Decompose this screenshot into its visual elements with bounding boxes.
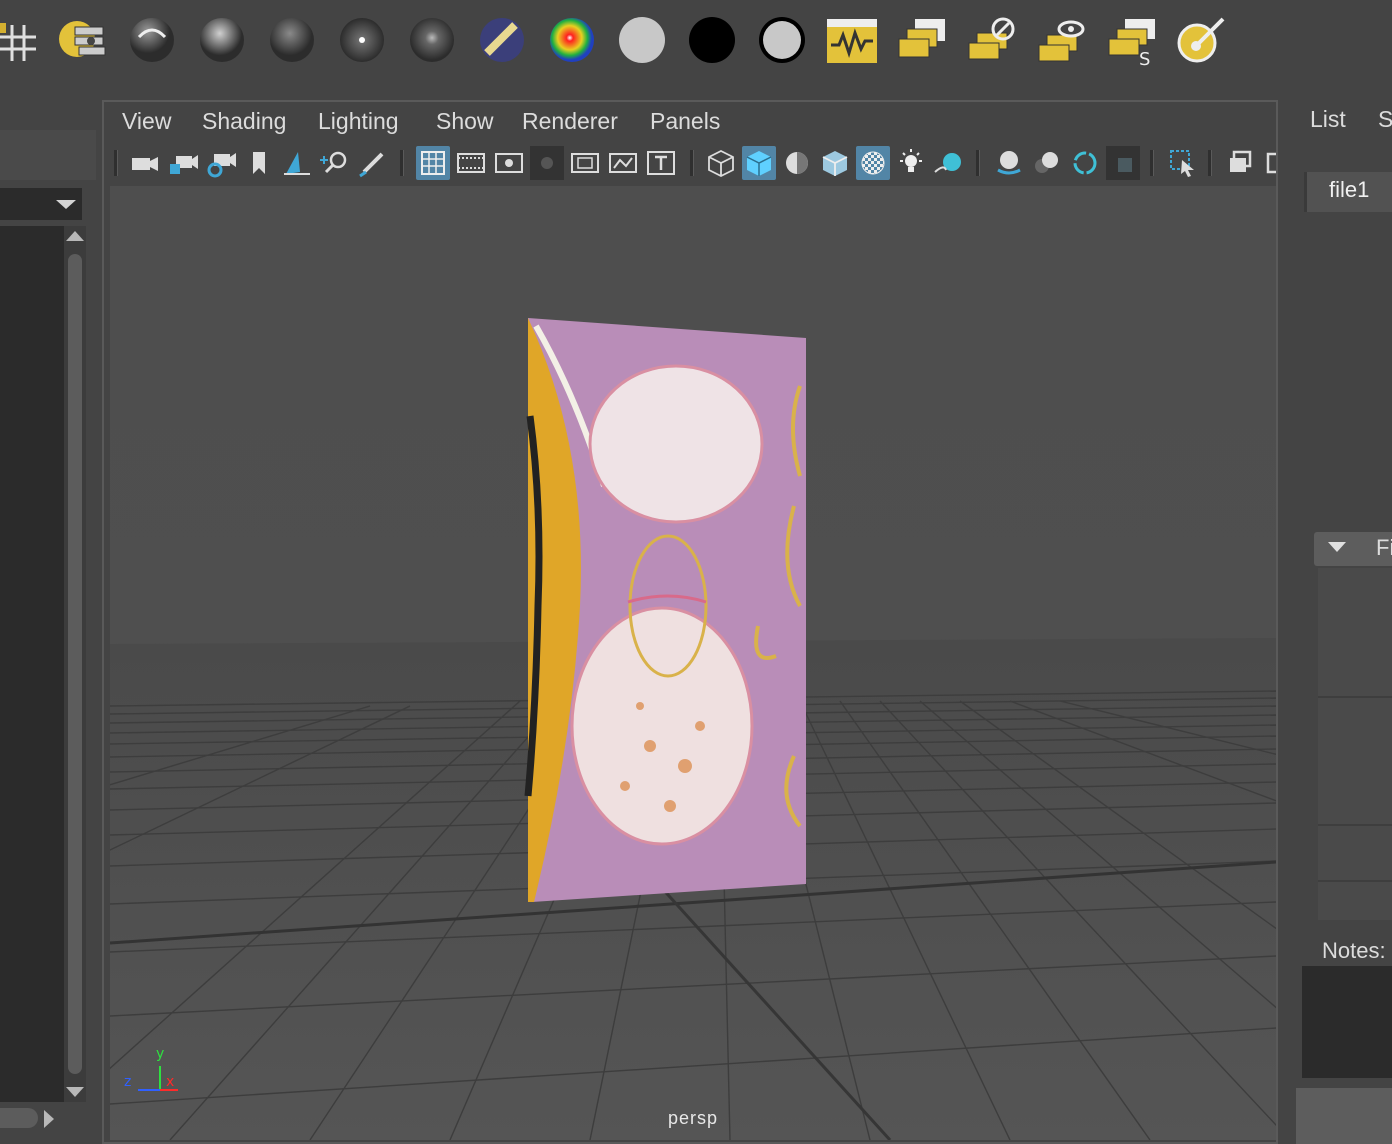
screen-space-ao-icon[interactable] — [992, 146, 1026, 180]
camera-attributes-icon[interactable] — [204, 146, 238, 180]
surface-shader-white-icon[interactable] — [615, 13, 669, 67]
sphere-anisotropic-icon[interactable] — [405, 13, 459, 67]
camera-icon[interactable] — [128, 146, 162, 180]
viewport-panel: View Shading Lighting Show Renderer Pane… — [102, 100, 1278, 1144]
image-plane-icon[interactable] — [280, 146, 314, 180]
chevron-down-icon — [1328, 542, 1346, 552]
section-title: Fi — [1376, 535, 1392, 560]
outliner-scroll-thumb[interactable] — [68, 254, 82, 1074]
smooth-shade-icon[interactable] — [742, 146, 776, 180]
menu-view[interactable]: View — [122, 108, 171, 135]
axis-y-label: y — [156, 1046, 164, 1062]
render-layer-view-icon[interactable] — [1035, 13, 1089, 67]
menu-shading[interactable]: Shading — [202, 108, 286, 135]
wireframe-icon[interactable] — [704, 146, 738, 180]
use-all-lights-icon[interactable] — [894, 146, 928, 180]
camera-name-label: persp — [667, 1108, 719, 1128]
axis-z-label: z — [124, 1074, 131, 1090]
paint-tool-icon[interactable] — [1175, 13, 1229, 67]
render-layer-settings-icon[interactable]: S — [1105, 13, 1159, 67]
grid-snap-icon[interactable] — [0, 13, 44, 67]
default-material-icon[interactable] — [780, 146, 814, 180]
sphere-layered-icon[interactable] — [475, 13, 529, 67]
shelf: S — [0, 0, 1392, 90]
outliner-dropdown[interactable] — [0, 188, 82, 220]
menu-selected[interactable]: S — [1378, 106, 1392, 133]
scroll-right-icon[interactable] — [44, 1110, 54, 1128]
black-shader-icon[interactable] — [685, 13, 739, 67]
toolbar-separator — [690, 150, 694, 176]
multisample-aa-icon[interactable] — [1068, 146, 1102, 180]
bookmark-icon[interactable] — [242, 146, 276, 180]
divider — [1318, 696, 1392, 698]
panel-toolbar — [104, 142, 1276, 184]
graph-editor-icon[interactable] — [825, 13, 879, 67]
scene-canvas: y x z — [110, 186, 1276, 1140]
menu-panels[interactable]: Panels — [650, 108, 720, 135]
notes-label: Notes: — [1322, 938, 1386, 963]
textured-plane-object[interactable] — [524, 318, 806, 902]
isolate-select-icon[interactable] — [1166, 146, 1200, 180]
textured-icon[interactable] — [856, 146, 890, 180]
toolbar-separator — [1208, 150, 1212, 176]
menu-renderer[interactable]: Renderer — [522, 108, 618, 135]
outliner-list[interactable] — [0, 226, 64, 1102]
axis-x-label: x — [166, 1074, 174, 1090]
outlined-shader-icon[interactable] — [755, 13, 809, 67]
grid-icon[interactable] — [416, 146, 450, 180]
toolbar-separator — [400, 150, 404, 176]
toolbar-separator — [976, 150, 980, 176]
attribute-editor-panel: List S file1 Fi Notes: — [1286, 92, 1392, 1144]
divider — [1318, 824, 1392, 826]
render-layer-disable-icon[interactable] — [965, 13, 1019, 67]
attribute-editor-icon[interactable] — [57, 13, 111, 67]
menu-lighting[interactable]: Lighting — [318, 108, 399, 135]
field-chart-icon[interactable] — [568, 146, 602, 180]
viewport-3d-view[interactable]: y x z persp — [110, 186, 1276, 1140]
panel-menubar: View Shading Lighting Show Renderer Pane… — [104, 102, 1276, 142]
ramp-shader-icon[interactable] — [545, 13, 599, 67]
scroll-down-icon[interactable] — [66, 1087, 84, 1097]
wireframe-on-shaded-icon[interactable] — [818, 146, 852, 180]
scroll-up-icon[interactable] — [66, 231, 84, 241]
sphere-lambert-icon[interactable] — [125, 13, 179, 67]
tab-file1-label: file1 — [1329, 177, 1370, 202]
sphere-blinn-icon[interactable] — [195, 13, 249, 67]
toolbar-separator — [114, 150, 118, 176]
outliner-header — [0, 130, 96, 180]
chevron-down-icon — [56, 200, 76, 209]
tab-file1[interactable]: file1 — [1304, 172, 1392, 212]
outliner-hscroll-thumb[interactable] — [0, 1108, 38, 1128]
svg-text:S: S — [1139, 49, 1150, 67]
shadows-icon[interactable] — [932, 146, 966, 180]
overflow-icon[interactable] — [1262, 146, 1276, 180]
safe-action-icon[interactable] — [606, 146, 640, 180]
two-d-pan-zoom-icon[interactable] — [318, 146, 352, 180]
select-button[interactable] — [1296, 1088, 1392, 1144]
render-layer-icon[interactable] — [895, 13, 949, 67]
notes-textarea[interactable] — [1302, 966, 1392, 1078]
menu-list[interactable]: List — [1310, 106, 1346, 133]
safe-title-icon[interactable] — [644, 146, 678, 180]
resolution-gate-icon[interactable] — [492, 146, 526, 180]
camera-lock-icon[interactable] — [166, 146, 200, 180]
grease-pencil-icon[interactable] — [356, 146, 390, 180]
motion-blur-icon[interactable] — [1030, 146, 1064, 180]
xray-icon[interactable] — [1224, 146, 1258, 180]
file-attributes-section-header[interactable]: Fi — [1314, 532, 1392, 566]
file-attributes-section — [1318, 568, 1392, 920]
toolbar-separator — [1150, 150, 1154, 176]
divider — [1318, 880, 1392, 882]
menu-show[interactable]: Show — [436, 108, 494, 135]
depth-of-field-icon[interactable] — [1106, 146, 1140, 180]
gate-mask-icon[interactable] — [530, 146, 564, 180]
sphere-phong-e-icon[interactable] — [335, 13, 389, 67]
film-gate-icon[interactable] — [454, 146, 488, 180]
sphere-phong-icon[interactable] — [265, 13, 319, 67]
